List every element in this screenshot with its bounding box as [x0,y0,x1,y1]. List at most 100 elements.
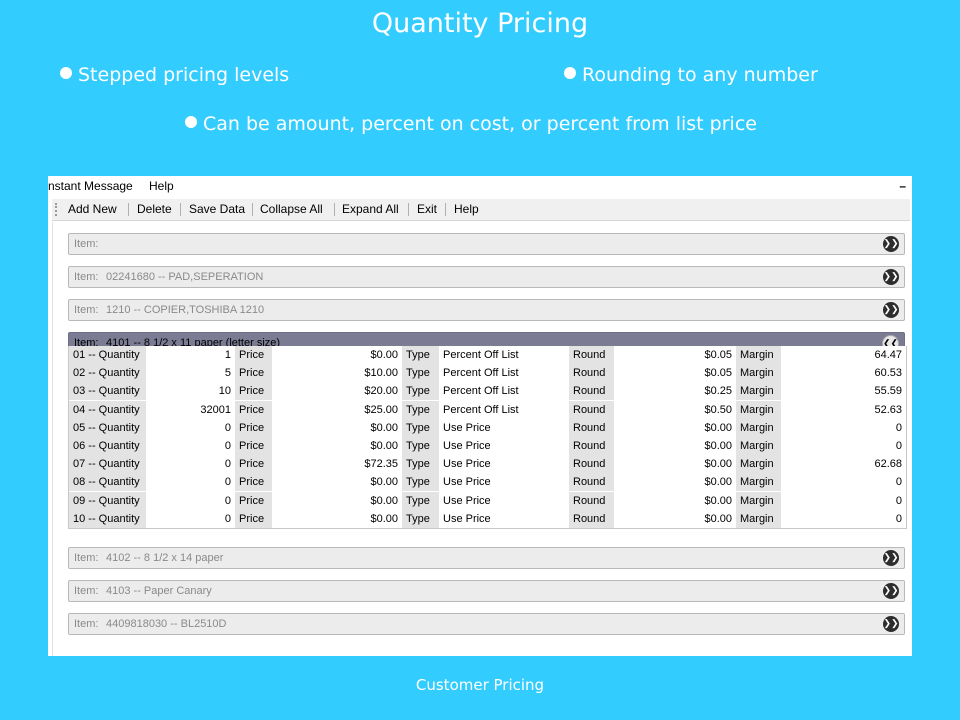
item-label: Item: [74,238,99,250]
menu-instant-message[interactable]: nstant Message [48,176,133,196]
type-select[interactable]: Percent Off List [439,346,569,364]
price-field[interactable]: $10.00 [272,364,402,383]
expand-all-button[interactable]: Expand All [342,199,399,220]
collapse-all-button[interactable]: Collapse All [260,199,323,220]
type-select[interactable]: Percent Off List [439,382,569,401]
chevron-double-down-icon[interactable]: ❯❯ [883,269,899,285]
price-label: Price [235,400,272,419]
minimize-icon[interactable]: – [899,176,906,196]
delete-button[interactable]: Delete [137,199,172,220]
round-field[interactable]: $0.00 [614,455,736,474]
quantity-level-row: 04 -- Quantity 32001 Price $25.00 Type Percen… [69,400,906,419]
quantity-level-row: 01 -- Quantity 1 Price $0.00 Type Percent Off… [69,346,906,364]
item-header[interactable]: Item: 02241680 -- PAD,SEPERATION ❯❯ [68,266,905,288]
round-label: Round [569,455,614,474]
toolbar-separator [252,203,253,216]
quantity-field[interactable]: 0 [146,436,235,455]
type-select[interactable]: Use Price [439,473,569,492]
chevron-double-down-icon[interactable]: ❯❯ [883,302,899,318]
price-label: Price [235,364,272,383]
price-field[interactable]: $0.00 [272,346,402,364]
item-header[interactable]: Item: 4409818030 -- BL2510D ❯❯ [68,613,905,635]
price-field[interactable]: $0.00 [272,491,402,510]
item-header[interactable]: Item: 4102 -- 8 1/2 x 14 paper ❯❯ [68,547,905,569]
quantity-label: 10 -- Quantity [69,509,146,528]
round-field[interactable]: $0.00 [614,509,736,528]
bullet-text: Stepped pricing levels [78,64,290,86]
item-header[interactable]: Item: 1210 -- COPIER,TOSHIBA 1210 ❯❯ [68,299,905,321]
quantity-label: 06 -- Quantity [69,436,146,455]
item-header[interactable]: Item: ❯❯ [68,233,905,255]
quantity-field[interactable]: 10 [146,382,235,401]
chevron-double-down-icon[interactable]: ❯❯ [883,616,899,632]
price-field[interactable]: $0.00 [272,509,402,528]
type-select[interactable]: Use Price [439,436,569,455]
round-label: Round [569,436,614,455]
type-select[interactable]: Use Price [439,491,569,510]
help-button[interactable]: Help [454,199,479,220]
type-label: Type [402,509,439,528]
quantity-label: 03 -- Quantity [69,382,146,401]
quantity-field[interactable]: 1 [146,346,235,364]
toolbar-separator [180,203,181,216]
type-select[interactable]: Percent Off List [439,400,569,419]
quantity-label: 02 -- Quantity [69,364,146,383]
exit-button[interactable]: Exit [417,199,437,220]
round-label: Round [569,418,614,437]
type-select[interactable]: Use Price [439,509,569,528]
item-label: Item: [74,552,99,564]
price-field[interactable]: $72.35 [272,455,402,474]
quantity-level-row: 02 -- Quantity 5 Price $10.00 Type Percent Of… [69,364,906,383]
margin-label: Margin [736,346,781,364]
price-field[interactable]: $0.00 [272,436,402,455]
round-field[interactable]: $0.00 [614,491,736,510]
quantity-field[interactable]: 0 [146,491,235,510]
quantity-field[interactable]: 0 [146,418,235,437]
round-field[interactable]: $0.05 [614,346,736,364]
round-field[interactable]: $0.00 [614,436,736,455]
menu-bar: nstant Message Help – [48,176,912,197]
item-label: Item: [74,304,99,316]
chevron-double-down-icon[interactable]: ❯❯ [883,236,899,252]
price-field[interactable]: $25.00 [272,400,402,419]
toolbar-grip-icon[interactable] [55,203,59,216]
quantity-level-row: 10 -- Quantity 0 Price $0.00 Type Use Price Ro… [69,509,906,528]
type-label: Type [402,346,439,364]
price-field[interactable]: $0.00 [272,418,402,437]
quantity-field[interactable]: 32001 [146,400,235,419]
round-label: Round [569,346,614,364]
quantity-field[interactable]: 0 [146,473,235,492]
bullet-text: Can be amount, percent on cost, or perce… [203,113,757,135]
price-field[interactable]: $20.00 [272,382,402,401]
items-panel: Item: ❯❯ Item: 02241680 -- PAD,SEPERATIO… [52,222,911,656]
price-field[interactable]: $0.00 [272,473,402,492]
price-label: Price [235,473,272,492]
margin-value: 0 [781,509,906,528]
quantity-field[interactable]: 0 [146,509,235,528]
type-select[interactable]: Use Price [439,418,569,437]
margin-value: 62.68 [781,455,906,474]
round-field[interactable]: $0.50 [614,400,736,419]
type-label: Type [402,364,439,383]
item-description: 1210 -- COPIER,TOSHIBA 1210 [106,304,265,316]
round-label: Round [569,509,614,528]
quantity-field[interactable]: 5 [146,364,235,383]
slide-caption: Customer Pricing [415,676,545,694]
round-field[interactable]: $0.00 [614,418,736,437]
margin-label: Margin [736,473,781,492]
chevron-double-down-icon[interactable]: ❯❯ [883,550,899,566]
round-field[interactable]: $0.25 [614,382,736,401]
chevron-double-down-icon[interactable]: ❯❯ [883,583,899,599]
round-field[interactable]: $0.00 [614,473,736,492]
margin-value: 52.63 [781,400,906,419]
save-data-button[interactable]: Save Data [189,199,245,220]
add-new-button[interactable]: Add New [68,199,117,220]
bullet-amount-types: Can be amount, percent on cost, or perce… [185,113,757,135]
type-select[interactable]: Percent Off List [439,364,569,383]
type-select[interactable]: Use Price [439,455,569,474]
round-field[interactable]: $0.05 [614,364,736,383]
price-label: Price [235,491,272,510]
menu-help[interactable]: Help [149,176,174,196]
quantity-field[interactable]: 0 [146,455,235,474]
item-header[interactable]: Item: 4103 -- Paper Canary ❯❯ [68,580,905,602]
